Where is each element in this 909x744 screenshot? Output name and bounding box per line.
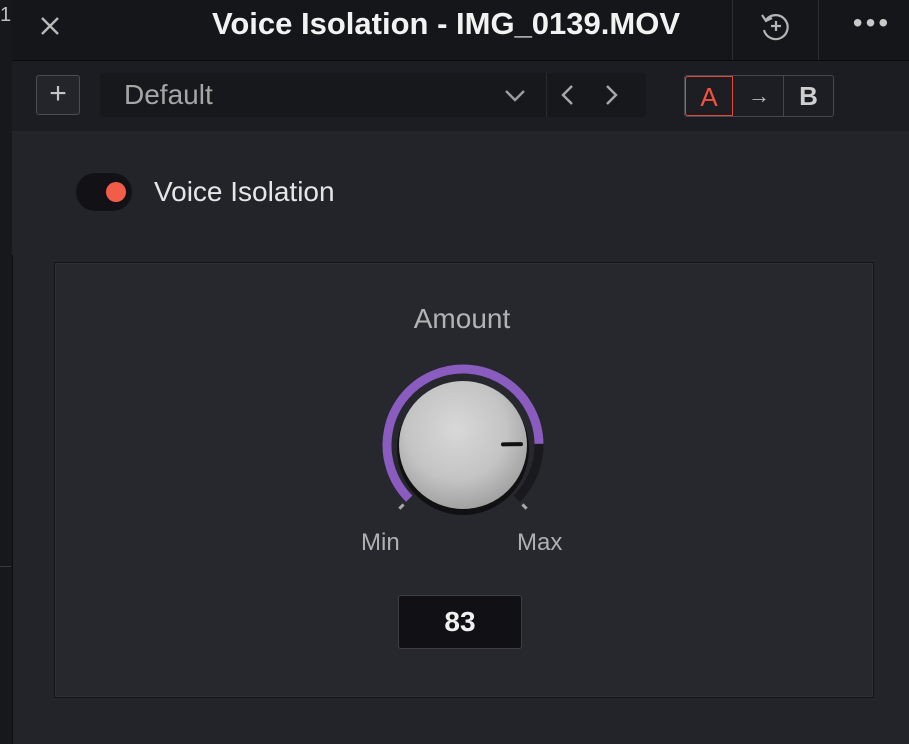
compare-a-button[interactable]: A [685, 76, 733, 116]
effect-name-label: Voice Isolation [154, 176, 335, 207]
amount-value-field[interactable]: 83 [398, 595, 522, 649]
effect-enable-toggle[interactable] [76, 173, 132, 211]
amount-label: Amount [413, 303, 511, 334]
copy-a-to-b-button[interactable]: → [735, 76, 784, 116]
preset-dropdown[interactable]: Default [100, 73, 646, 117]
previous-preset-button[interactable] [546, 73, 589, 117]
chevron-down-icon [505, 90, 525, 102]
knob-min-label: Min [361, 529, 400, 556]
max-tick [521, 503, 528, 510]
more-options-button[interactable]: ••• [837, 8, 907, 42]
window-title: Voice Isolation - IMG_0139.MOV [212, 6, 680, 41]
next-preset-button[interactable] [590, 73, 632, 117]
chevron-left-icon [561, 85, 573, 105]
left-edge-divider [0, 566, 11, 567]
knob-max-label: Max [517, 529, 563, 556]
history-reset-button[interactable] [754, 6, 798, 46]
preset-value: Default [124, 79, 213, 110]
title-bar: Voice Isolation - IMG_0139.MOV ••• [12, 0, 909, 61]
left-edge-fragment: 1 [0, 4, 12, 26]
plugin-window: 1 Voice Isolation - IMG_0139.MOV ••• + D… [0, 0, 909, 744]
close-icon [41, 17, 59, 35]
add-preset-button[interactable]: + [36, 75, 80, 115]
min-tick [398, 503, 405, 510]
control-panel: Amount Min Max 83 [54, 262, 874, 698]
effect-enable-row: Voice Isolation [12, 131, 909, 255]
close-button[interactable] [34, 10, 66, 42]
title-divider-2 [818, 0, 819, 60]
compare-b-button[interactable]: B [784, 76, 833, 116]
toggle-indicator [106, 182, 126, 202]
ab-compare-group: A → B [684, 75, 834, 117]
chevron-right-icon [606, 85, 618, 105]
amount-knob[interactable] [375, 359, 551, 535]
title-divider [732, 0, 733, 60]
history-reset-icon [761, 14, 789, 41]
preset-toolbar: + Default A → B [12, 61, 909, 131]
